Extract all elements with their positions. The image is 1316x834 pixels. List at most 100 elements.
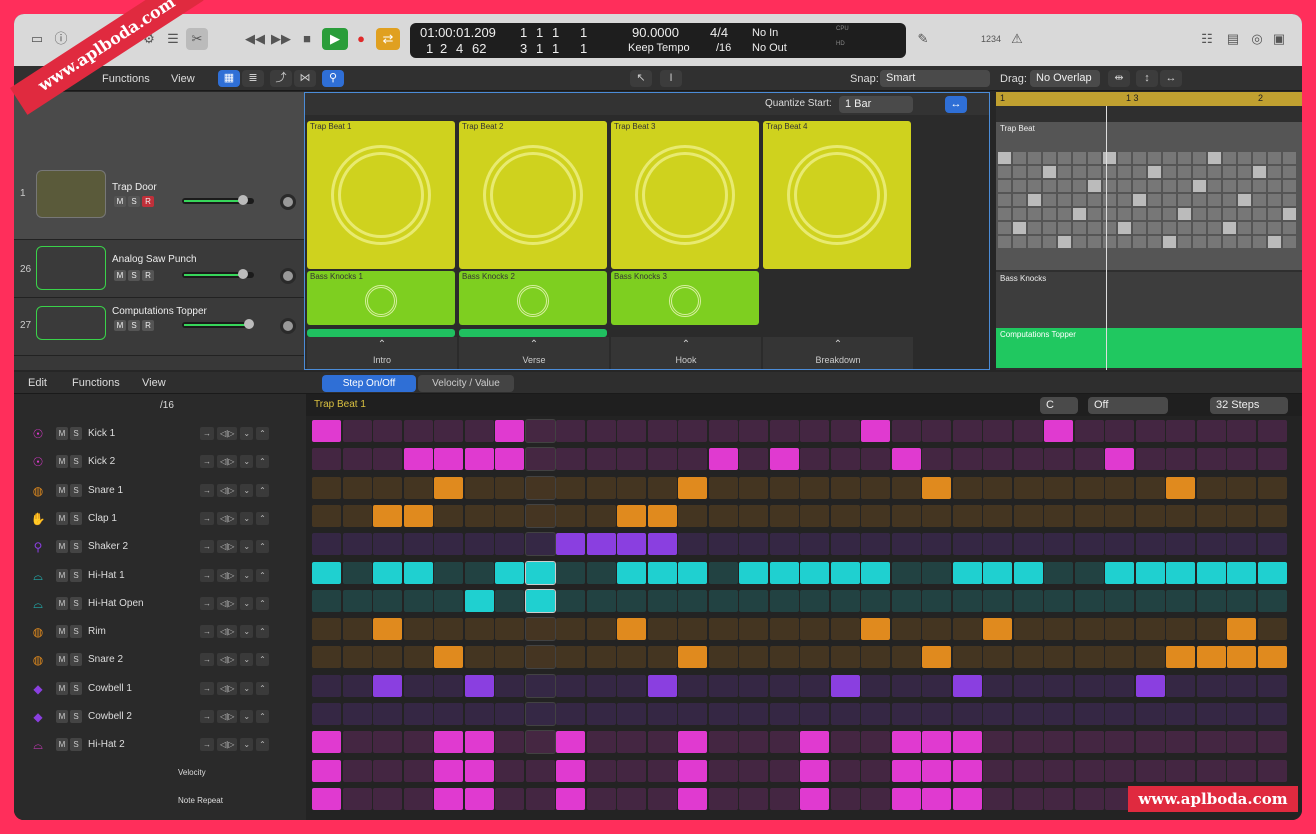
- step-cell[interactable]: [952, 646, 982, 669]
- step-cell[interactable]: [1074, 703, 1104, 725]
- step-cell[interactable]: [373, 589, 402, 612]
- step-cell[interactable]: [769, 561, 799, 584]
- step-cell[interactable]: [1074, 561, 1104, 584]
- step-cell[interactable]: [891, 420, 921, 442]
- step-cell[interactable]: [586, 703, 616, 725]
- step-cell[interactable]: [739, 703, 768, 725]
- step-cell[interactable]: [556, 674, 585, 697]
- region-computations-topper[interactable]: Computations Topper: [996, 328, 1302, 368]
- sub-step-cell[interactable]: [1196, 759, 1226, 782]
- step-cell[interactable]: [312, 674, 341, 697]
- row-controls[interactable]: → ◁|▷ ⌄ ⌃: [200, 568, 269, 582]
- volume-fader[interactable]: [182, 195, 254, 205]
- step-cell[interactable]: [1166, 420, 1195, 442]
- step-cell[interactable]: [1105, 533, 1134, 556]
- step-cell[interactable]: [495, 448, 524, 471]
- step-cell[interactable]: [739, 533, 768, 556]
- step-cell[interactable]: [830, 618, 860, 641]
- sub-step-cell[interactable]: [922, 787, 951, 810]
- step-cell[interactable]: [1227, 703, 1256, 725]
- step-cell[interactable]: [708, 703, 738, 725]
- step-cell[interactable]: [922, 476, 951, 499]
- mixer-icon[interactable]: ☰: [164, 28, 182, 50]
- sub-step-cell[interactable]: [800, 787, 829, 810]
- step-cell[interactable]: [1013, 533, 1043, 556]
- step-cell[interactable]: [800, 448, 829, 471]
- scissors-icon[interactable]: ✂: [186, 28, 208, 50]
- step-cell[interactable]: [1105, 646, 1134, 669]
- step-cell[interactable]: [373, 731, 402, 754]
- forward-icon[interactable]: ▶▶: [270, 28, 292, 50]
- step-cell[interactable]: [739, 420, 768, 442]
- library-icon[interactable]: ▭: [28, 28, 46, 50]
- step-cell[interactable]: [373, 504, 402, 527]
- step-cell[interactable]: [1044, 476, 1073, 499]
- sub-step-cell[interactable]: [952, 787, 982, 810]
- step-cell[interactable]: [769, 646, 799, 669]
- step-cell[interactable]: [464, 646, 494, 669]
- step-cell[interactable]: [1166, 448, 1195, 471]
- step-cell[interactable]: [617, 504, 646, 527]
- step-cell[interactable]: [800, 674, 829, 697]
- sub-step-cell[interactable]: [861, 759, 890, 782]
- sub-step-cell[interactable]: [1074, 759, 1104, 782]
- row-mute-solo[interactable]: MS: [56, 540, 82, 554]
- sub-step-cell[interactable]: [739, 787, 768, 810]
- step-cell[interactable]: [1044, 561, 1073, 584]
- step-cell[interactable]: [769, 674, 799, 697]
- step-cell[interactable]: [373, 420, 402, 442]
- step-cell[interactable]: [952, 561, 982, 584]
- step-cell[interactable]: [464, 731, 494, 754]
- step-cell[interactable]: [922, 646, 951, 669]
- step-cell[interactable]: [342, 589, 372, 612]
- step-cell[interactable]: [800, 533, 829, 556]
- step-row-header[interactable]: ⚲ M S Shaker 2 → ◁|▷ ⌄ ⌃: [14, 533, 306, 561]
- step-cell[interactable]: [1257, 504, 1287, 527]
- sub-step-cell[interactable]: [403, 759, 433, 782]
- step-cell[interactable]: [373, 646, 402, 669]
- step-cell[interactable]: [617, 533, 646, 556]
- step-cell[interactable]: [586, 561, 616, 584]
- step-cell[interactable]: [830, 561, 860, 584]
- step-cell[interactable]: [1074, 618, 1104, 641]
- step-cell[interactable]: [1135, 731, 1165, 754]
- step-cell[interactable]: [678, 674, 707, 697]
- step-cell[interactable]: [647, 476, 677, 499]
- row-controls[interactable]: → ◁|▷ ⌄ ⌃: [200, 427, 269, 440]
- step-cell[interactable]: [1105, 476, 1134, 499]
- scene-trigger[interactable]: Hook ⌃: [611, 337, 761, 369]
- step-cell[interactable]: [952, 420, 982, 442]
- step-cell[interactable]: [891, 703, 921, 725]
- row-mute-solo[interactable]: MS: [56, 483, 82, 497]
- step-cell[interactable]: [1196, 703, 1226, 725]
- step-cell[interactable]: [342, 703, 372, 725]
- step-cell[interactable]: [403, 646, 433, 669]
- step-cell[interactable]: [524, 560, 556, 585]
- live-cell-computations[interactable]: [307, 329, 455, 337]
- step-row-header[interactable]: ☉ M S Kick 2 → ◁|▷ ⌄ ⌃: [14, 448, 306, 476]
- step-cell[interactable]: [830, 646, 860, 669]
- step-cell[interactable]: [434, 674, 463, 697]
- row-controls[interactable]: → ◁|▷ ⌄ ⌃: [200, 596, 269, 610]
- step-cell[interactable]: [403, 674, 433, 697]
- sub-step-cell[interactable]: [617, 759, 646, 782]
- step-cell[interactable]: [312, 420, 341, 442]
- stop-icon[interactable]: ■: [298, 28, 316, 50]
- step-cell[interactable]: [769, 420, 799, 442]
- step-cell[interactable]: [1135, 703, 1165, 725]
- step-cell[interactable]: [891, 533, 921, 556]
- step-cell[interactable]: [1166, 533, 1195, 556]
- step-cell[interactable]: [769, 703, 799, 725]
- step-cell[interactable]: [922, 618, 951, 641]
- step-cell[interactable]: [952, 589, 982, 612]
- step-cell[interactable]: [952, 674, 982, 697]
- step-cell[interactable]: [1013, 504, 1043, 527]
- step-cell[interactable]: [983, 618, 1012, 641]
- snap-select[interactable]: Smart: [880, 70, 990, 87]
- step-cell[interactable]: [342, 448, 372, 471]
- step-cell[interactable]: [312, 646, 341, 669]
- step-cell[interactable]: [1074, 420, 1104, 442]
- step-cell[interactable]: [647, 561, 677, 584]
- step-cell[interactable]: [983, 674, 1012, 697]
- step-row-header[interactable]: ◆ M S Cowbell 1 → ◁|▷ ⌄ ⌃: [14, 675, 306, 703]
